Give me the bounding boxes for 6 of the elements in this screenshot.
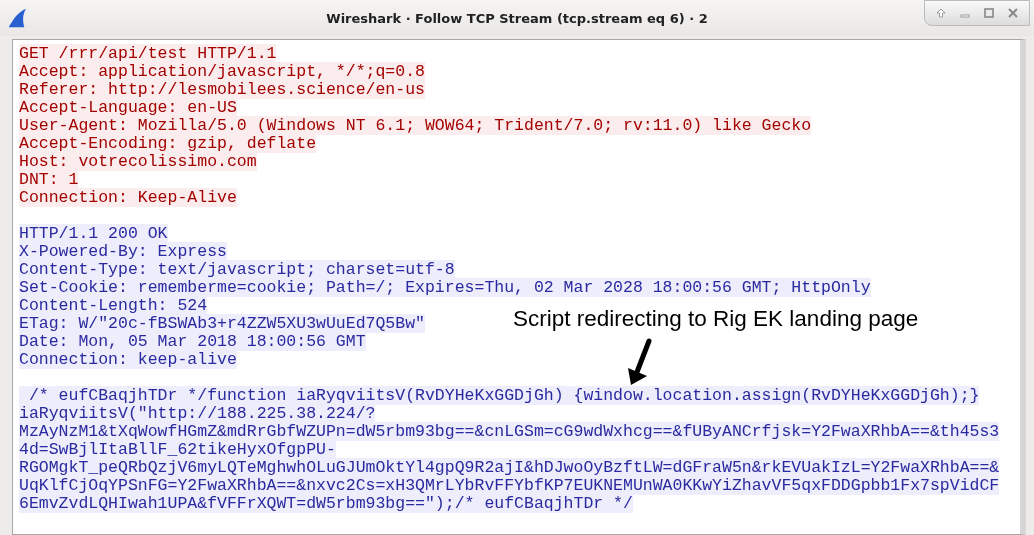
up-arrow-icon[interactable] <box>935 7 947 19</box>
window-title: Wireshark · Follow TCP Stream (tcp.stream eq 6) · 2 <box>326 10 708 26</box>
shark-fin-icon <box>6 7 28 29</box>
maximize-icon[interactable] <box>983 7 995 19</box>
annotation-arrow <box>625 338 655 386</box>
close-icon[interactable] <box>1007 7 1019 19</box>
